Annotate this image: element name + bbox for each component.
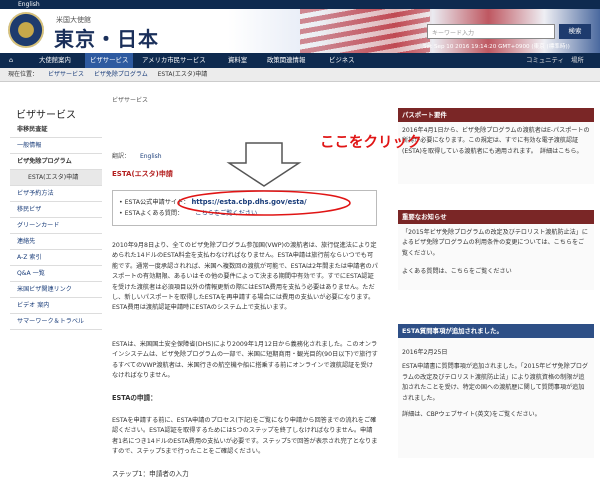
paragraph-apply: ESTAを申請する前に、ESTA申請のプロセス(下記)をご覧になり申請から回答ま… xyxy=(112,417,378,456)
notice-faq-link[interactable]: よくある質問は、こちらをご覧ください xyxy=(402,267,590,277)
section-label: ビザサービス xyxy=(112,97,149,104)
passport-panel-title: パスポート要件 xyxy=(398,108,594,122)
top-bar: English xyxy=(0,0,600,9)
nav-policy[interactable]: 政策関連情報 xyxy=(262,53,310,68)
home-icon[interactable]: ⌂ xyxy=(4,53,20,68)
sidebar-item-appointment[interactable]: ビザ予約方法 xyxy=(10,186,102,202)
nav-resources[interactable]: 資料室 xyxy=(223,53,252,68)
nav-locations[interactable]: 場所 xyxy=(566,53,589,68)
translation-row: 翻訳： English xyxy=(112,151,162,160)
breadcrumb-esta: ESTA(エスタ)申請 xyxy=(157,71,208,78)
main-content: ビザサービス 翻訳： English ESTA(エスタ)申請 • ESTA公式申… xyxy=(112,95,380,478)
esta-site-label: ESTA公式申請サイト： xyxy=(124,199,190,206)
current-datetime: Sat Sep 10 2016 19:14:20 GMT+0900 (東京 (標… xyxy=(423,44,570,50)
flag-stripes xyxy=(300,9,430,53)
step-1-heading: ステップ1：申請者の入力 xyxy=(112,470,189,478)
esta-update-panel-content: 2016年2月25日 ESTA申請書に質問事項が追加されました。「2015年ビザ… xyxy=(398,338,594,458)
esta-faq-label: ESTAよくある質問： xyxy=(124,210,184,217)
esta-link-box: • ESTA公式申請サイト： https://esta.cbp.dhs.gov/… xyxy=(112,190,377,226)
search-input[interactable]: キーワード入力 xyxy=(427,24,555,39)
breadcrumb: 現在位置： ビザサービス ビザ免除プログラム ESTA(エスタ)申請 xyxy=(0,68,600,82)
site-header: 米国大使館 東京・日本 キーワード入力 検索 Sat Sep 10 2016 1… xyxy=(0,9,600,53)
embassy-seal-icon[interactable] xyxy=(8,12,44,48)
esta-update-panel-title: ESTA質問事項が追加されました。 xyxy=(398,324,594,338)
notice-panel-title: 重要なお知らせ xyxy=(398,210,594,224)
click-here-annotation: ここをクリック xyxy=(320,135,422,151)
nav-visa-services[interactable]: ビザサービス xyxy=(85,53,134,68)
passport-panel-body: 2016年4月1日から、ビザ免除プログラムの渡航者はE-パスポートの所持が必要に… xyxy=(398,122,594,184)
sidebar-item-general[interactable]: 一般情報 xyxy=(10,138,102,154)
nav-community[interactable]: コミュニティ xyxy=(521,53,569,68)
nav-citizen-services[interactable]: アメリカ市民サービス xyxy=(137,53,211,68)
sidebar-item-immigrant[interactable]: 移民ビザ xyxy=(10,202,102,218)
sidebar-item-nonimmigrant[interactable]: 非移民査証 xyxy=(10,122,102,138)
sidebar-item-az-index[interactable]: A-Z 索引 xyxy=(10,250,102,266)
esta-update-body: ESTA申請書に質問事項が追加されました。「2015年ビザ免除プログラムの改定及… xyxy=(402,363,589,402)
breadcrumb-vwp[interactable]: ビザ免除プログラム xyxy=(94,71,148,78)
notice-panel-body: 「2015年ビザ免除プログラムの改定及びテロリスト渡航防止法」によるビザ免除プロ… xyxy=(402,229,588,257)
sidebar-item-video[interactable]: ビデオ 案内 xyxy=(10,298,102,314)
page-title: ESTA(エスタ)申請 xyxy=(112,170,173,178)
cbp-website-link[interactable]: 詳細は、CBPウェブサイト(英文)をご覧ください。 xyxy=(402,410,590,420)
nav-embassy[interactable]: 大使館案内 xyxy=(34,53,76,68)
search-button[interactable]: 検索 xyxy=(559,24,591,39)
sidebar: 非移民査証 一般情報 ビザ免除プログラム ESTA(エスタ)申請 ビザ予約方法 … xyxy=(10,122,102,330)
embassy-logo-title[interactable]: 東京・日本 xyxy=(54,23,159,52)
sidebar-item-esta[interactable]: ESTA(エスタ)申請 xyxy=(10,170,102,186)
notice-panel-content: 「2015年ビザ免除プログラムの改定及びテロリスト渡航防止法」によるビザ免除プロ… xyxy=(398,224,594,290)
passport-panel: パスポート要件 2016年4月1日から、ビザ免除プログラムの渡航者はE-パスポー… xyxy=(398,108,594,184)
translation-english-link[interactable]: English xyxy=(140,153,162,160)
sidebar-item-qa[interactable]: Q&A 一覧 xyxy=(10,266,102,282)
esta-faq-link[interactable]: こちらをご覧ください xyxy=(195,210,257,217)
breadcrumb-visa[interactable]: ビザサービス xyxy=(48,71,84,78)
sidebar-title: ビザサービス xyxy=(16,110,76,121)
paragraph-fee: 2010年9月8日より、全てのビザ免除プログラム参加国(VWP)の渡航者は、旅行… xyxy=(112,242,378,312)
paragraph-dhs: ESTAは、米国国土安全保障省(DHS)により2009年1月12日から義務化され… xyxy=(112,341,378,380)
english-link[interactable]: English xyxy=(18,0,40,9)
down-arrow-icon xyxy=(226,142,302,187)
translation-label: 翻訳： xyxy=(112,153,131,160)
section-apply-heading: ESTAの申請： xyxy=(112,394,157,402)
esta-official-link[interactable]: https://esta.cbp.dhs.gov/esta/ xyxy=(191,198,306,206)
notice-panel: 重要なお知らせ 「2015年ビザ免除プログラムの改定及びテロリスト渡航防止法」に… xyxy=(398,210,594,290)
breadcrumb-label: 現在位置： xyxy=(8,71,39,78)
main-nav: ⌂ 大使館案内 ビザサービス アメリカ市民サービス 資料室 政策関連情報 ビジネ… xyxy=(0,53,600,68)
sidebar-item-contact[interactable]: 連絡先 xyxy=(10,234,102,250)
sidebar-item-greencard[interactable]: グリーンカード xyxy=(10,218,102,234)
sidebar-item-vwp[interactable]: ビザ免除プログラム xyxy=(10,154,102,170)
esta-update-date: 2016年2月25日 xyxy=(402,349,448,356)
sidebar-item-summer-work[interactable]: サマーワーク＆トラベル xyxy=(10,314,102,330)
nav-business[interactable]: ビジネス xyxy=(324,53,360,68)
esta-update-panel: ESTA質問事項が追加されました。 2016年2月25日 ESTA申請書に質問事… xyxy=(398,324,594,458)
sidebar-item-links[interactable]: 米国ビザ関連リンク xyxy=(10,282,102,298)
